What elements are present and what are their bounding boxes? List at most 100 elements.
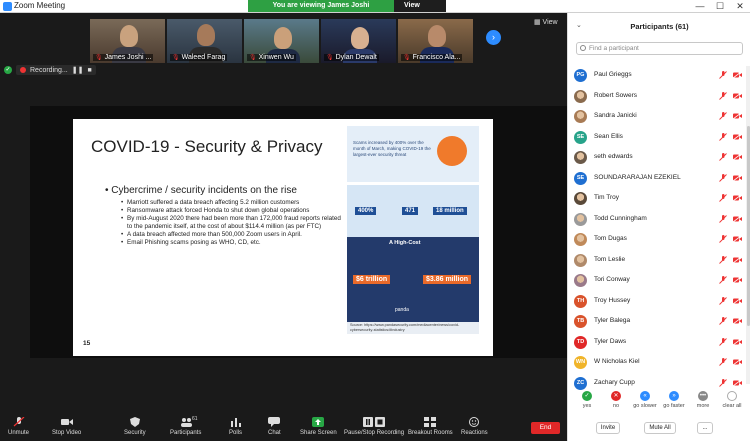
participant-list-scrollbar[interactable]: [746, 66, 750, 384]
reactions-button[interactable]: Reactions: [461, 417, 488, 436]
muted-mic-icon[interactable]: [719, 112, 727, 120]
video-off-icon[interactable]: [733, 113, 742, 119]
reaction-clear-all-button[interactable]: clear all: [718, 391, 746, 409]
muted-mic-icon[interactable]: [719, 132, 727, 141]
participants-count: 61: [192, 416, 198, 422]
video-off-icon[interactable]: [733, 72, 742, 78]
video-thumbnail[interactable]: 🎙 Xinwen Wu: [244, 19, 319, 63]
muted-mic-icon[interactable]: [719, 317, 727, 325]
reaction-more-button[interactable]: ••• more: [689, 391, 717, 409]
participant-row[interactable]: Sandra Janicki: [568, 107, 745, 128]
participant-row[interactable]: PG Paul Grieggs: [568, 66, 745, 87]
reaction-label: go slower: [633, 403, 657, 409]
muted-mic-icon[interactable]: [719, 296, 727, 305]
participant-row[interactable]: Tim Troy: [568, 189, 745, 210]
muted-mic-icon[interactable]: [719, 337, 727, 346]
polls-icon: [230, 417, 242, 427]
avatar: [574, 233, 587, 246]
video-off-icon[interactable]: [733, 236, 742, 242]
video-thumbnail[interactable]: 🎙 Francisco Ala...: [398, 19, 473, 63]
reaction-label: more: [696, 403, 710, 409]
stop-video-label: Stop Video: [52, 430, 82, 436]
stat-400-percent: 400%: [355, 207, 377, 215]
thumbnail-name: 🎙 Waleed Farag: [170, 54, 228, 61]
muted-mic-icon[interactable]: [719, 276, 727, 284]
close-window-button[interactable]: ✕: [730, 0, 750, 12]
participant-row[interactable]: Todd Cunningham: [568, 210, 745, 231]
find-participant-input[interactable]: Find a participant: [576, 42, 743, 55]
next-page-arrow-icon[interactable]: ›: [486, 30, 501, 45]
participant-row[interactable]: TH Troy Hussey: [568, 292, 745, 313]
video-off-icon[interactable]: [733, 379, 742, 386]
minimize-button[interactable]: —: [690, 0, 710, 12]
participant-row[interactable]: Tori Conway: [568, 271, 745, 292]
participant-row[interactable]: Tom Dugas: [568, 230, 745, 251]
thumbnail-name-text: Dylan Dewalt: [335, 54, 377, 61]
participant-row[interactable]: WN W Nicholas Kiel: [568, 353, 745, 374]
reaction-go-faster-button[interactable]: » go faster: [660, 391, 688, 409]
infographic-top-text: Scams increased by 400% over the month o…: [353, 140, 431, 157]
video-off-icon[interactable]: [733, 256, 742, 263]
video-off-icon[interactable]: [733, 359, 742, 365]
maximize-button[interactable]: ☐: [710, 0, 730, 12]
polls-button[interactable]: Polls: [229, 417, 242, 436]
participant-row[interactable]: SE SOUNDARARAJAN EZEKIEL: [568, 169, 745, 190]
infographic: Scams increased by 400% over the month o…: [347, 126, 479, 334]
pause-stop-recording-button[interactable]: Pause/Stop Recording: [344, 417, 404, 436]
video-off-icon[interactable]: [733, 318, 742, 324]
muted-mic-icon[interactable]: [719, 235, 727, 243]
reaction-no-button[interactable]: ✕ no: [602, 391, 630, 409]
chat-button[interactable]: Chat: [268, 417, 281, 436]
video-off-icon[interactable]: [733, 338, 742, 345]
video-off-icon[interactable]: [733, 215, 742, 222]
reaction-go-slower-button[interactable]: « go slower: [631, 391, 659, 409]
video-off-icon[interactable]: [733, 92, 742, 99]
video-off-icon[interactable]: [733, 277, 742, 283]
stop-video-button[interactable]: Stop Video: [52, 417, 81, 436]
invite-button[interactable]: Invite: [596, 422, 620, 434]
avatar: [574, 89, 587, 103]
video-off-icon[interactable]: [733, 174, 742, 181]
participant-row[interactable]: Robert Sowers: [568, 87, 745, 108]
view-options-button[interactable]: View Options ▾: [394, 0, 446, 21]
muted-mic-icon[interactable]: [719, 153, 727, 161]
participant-row[interactable]: TD Tyler Daws: [568, 333, 745, 354]
reaction-yes-button[interactable]: ✓ yes: [573, 391, 601, 409]
stat-471: 471: [402, 207, 419, 215]
nonverbal-feedback-bar: ✓ yes ✕ no « go slower » go faster ••• more clear …: [568, 391, 750, 419]
video-thumbnail[interactable]: 🎙 James Joshi ...: [90, 19, 165, 63]
share-screen-button[interactable]: Share Screen: [300, 417, 337, 436]
breakout-rooms-button[interactable]: Breakout Rooms: [408, 417, 453, 436]
unmute-button[interactable]: Unmute: [8, 416, 29, 436]
view-button[interactable]: ▦ View: [534, 18, 558, 26]
more-options-button[interactable]: ...: [697, 422, 713, 434]
participant-row[interactable]: Tom Leslie: [568, 251, 745, 272]
muted-mic-icon[interactable]: [719, 173, 727, 182]
participant-row[interactable]: SE Sean Ellis: [568, 128, 745, 149]
muted-mic-icon[interactable]: [719, 91, 727, 100]
stop-recording-button[interactable]: ■: [87, 67, 91, 74]
video-thumbnail[interactable]: 🎙 Dylan Dewalt: [321, 19, 396, 63]
muted-mic-icon: 🎙: [326, 55, 334, 61]
muted-mic-icon[interactable]: [719, 194, 727, 202]
video-thumbnail[interactable]: 🎙 Waleed Farag: [167, 19, 242, 63]
participant-row[interactable]: TB Tyler Balega: [568, 312, 745, 333]
muted-mic-icon[interactable]: [719, 378, 727, 387]
muted-mic-icon[interactable]: [719, 214, 727, 223]
end-meeting-button[interactable]: End: [531, 422, 560, 434]
video-off-icon[interactable]: [733, 297, 742, 304]
person-head: [428, 25, 446, 47]
participants-button[interactable]: Participants 61: [170, 416, 201, 436]
security-button[interactable]: Security: [124, 417, 146, 436]
video-off-icon[interactable]: [733, 195, 742, 201]
thumbnail-name: 🎙 James Joshi ...: [93, 54, 154, 61]
muted-mic-icon[interactable]: [719, 358, 727, 366]
mute-all-button[interactable]: Mute All: [644, 422, 676, 434]
reaction-icon: ✓: [582, 391, 592, 401]
video-off-icon[interactable]: [733, 154, 742, 160]
participant-row[interactable]: seth edwards: [568, 148, 745, 169]
pause-recording-button[interactable]: ❚❚: [72, 66, 84, 74]
muted-mic-icon[interactable]: [719, 255, 727, 264]
muted-mic-icon[interactable]: [719, 71, 727, 79]
video-off-icon[interactable]: [733, 133, 742, 140]
